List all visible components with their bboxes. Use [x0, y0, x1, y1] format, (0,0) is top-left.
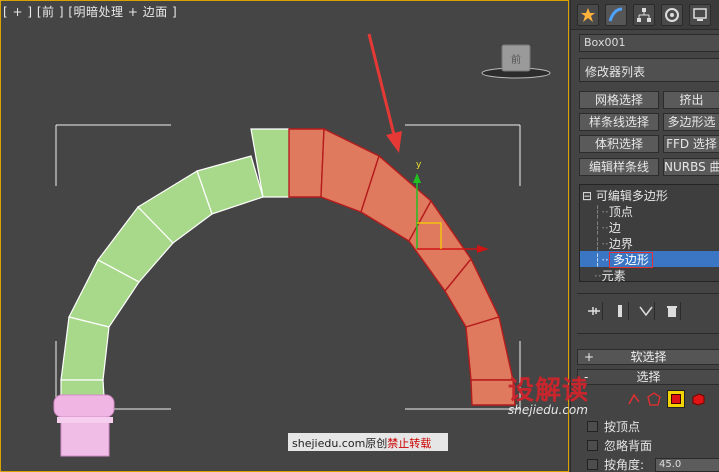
- command-panel-tabs: [571, 0, 719, 30]
- ffd-select-button[interactable]: FFD 选择: [663, 135, 719, 153]
- collapse-icon[interactable]: ⊟: [582, 189, 592, 203]
- by-vertex-checkbox[interactable]: 按顶点: [587, 418, 640, 435]
- stack-root-editable-poly[interactable]: ⊟ 可编辑多边形: [582, 187, 668, 203]
- svg-text:y: y: [416, 160, 422, 170]
- border-subobject-icon[interactable]: [647, 392, 661, 406]
- divider: [577, 333, 719, 334]
- stack-tool-row: [579, 300, 719, 322]
- by-angle-checkbox[interactable]: 按角度:: [587, 456, 644, 472]
- stack-item-element[interactable]: ··元素: [594, 267, 626, 283]
- make-unique-icon[interactable]: [637, 302, 655, 320]
- mesh-select-button[interactable]: 网格选择: [579, 91, 659, 109]
- extrude-button[interactable]: 挤出: [663, 91, 719, 109]
- spline-select-button[interactable]: 样条线选择: [579, 113, 659, 131]
- viewcube[interactable]: 前: [481, 44, 551, 79]
- modifier-stack[interactable]: ⊟ 可编辑多边形 ┆··顶点 ┆··边 ┆··边界 ┆·· 多边形 ··元素: [579, 184, 719, 283]
- object-name-field[interactable]: Box001: [579, 34, 719, 52]
- angle-spinner[interactable]: 45.0: [655, 458, 719, 472]
- modifier-list-dropdown[interactable]: 修改器列表: [579, 58, 719, 82]
- edit-spline-button[interactable]: 编辑样条线: [579, 158, 659, 176]
- site-logo: 设解读 shejiedu.com: [508, 376, 590, 417]
- svg-text:前: 前: [511, 53, 521, 66]
- front-viewport[interactable]: [ + ] [前 ] [明暗处理 + 边面 ] 前 y shejiedu.com…: [0, 0, 569, 472]
- arch-unselected-faces[interactable]: [60, 128, 290, 398]
- arch-selected-faces[interactable]: [288, 127, 516, 406]
- stack-item-vertex[interactable]: ┆··顶点: [594, 203, 633, 219]
- soft-select-rollout[interactable]: + 软选择: [577, 349, 719, 365]
- pin-stack-icon[interactable]: [585, 302, 603, 320]
- remove-modifier-icon[interactable]: [663, 302, 681, 320]
- element-subobject-icon[interactable]: [691, 392, 705, 406]
- divider: [577, 293, 719, 294]
- hierarchy-icon[interactable]: [633, 3, 655, 26]
- display-icon[interactable]: [689, 3, 711, 26]
- stack-item-border[interactable]: ┆··边界: [594, 235, 633, 251]
- motion-icon[interactable]: [661, 3, 683, 26]
- poly-select-button[interactable]: 多边形选: [663, 113, 719, 131]
- nurbs-surface-button[interactable]: NURBS 曲面: [663, 158, 719, 176]
- watermark: shejiedu.com原创禁止转载: [288, 433, 448, 451]
- volume-select-button[interactable]: 体积选择: [579, 135, 659, 153]
- modify-icon[interactable]: [605, 3, 627, 26]
- show-end-result-icon[interactable]: [611, 302, 629, 320]
- polygon-subobject-icon[interactable]: [667, 390, 685, 408]
- viewport-canvas[interactable]: 前 y: [1, 1, 569, 472]
- red-pointer-arrow: [367, 33, 402, 153]
- ignore-backface-checkbox[interactable]: 忽略背面: [587, 437, 652, 454]
- stack-item-edge[interactable]: ┆··边: [594, 219, 621, 235]
- create-icon[interactable]: [577, 3, 599, 26]
- column-base: [53, 394, 115, 457]
- stack-item-polygon[interactable]: ┆·· 多边形: [580, 251, 719, 268]
